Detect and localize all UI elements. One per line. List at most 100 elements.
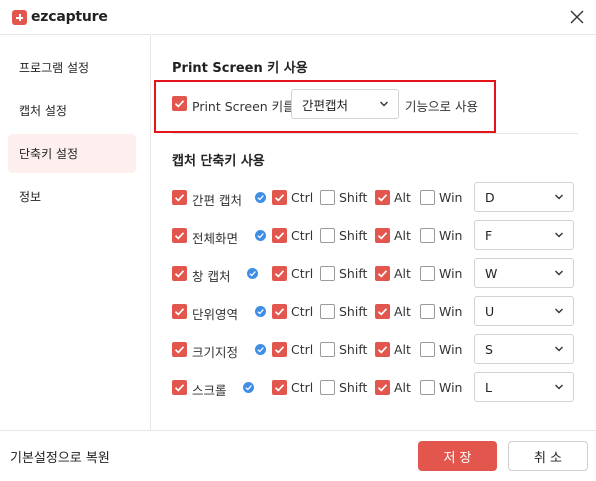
ezcapture-logo-icon [12, 9, 27, 25]
win-modifier-checkbox[interactable] [420, 342, 435, 357]
shift-modifier-label: Shift [339, 190, 368, 205]
chevron-down-icon [555, 384, 563, 390]
print-screen-checkbox[interactable] [172, 96, 187, 111]
shift-modifier-checkbox[interactable] [320, 304, 335, 319]
check-icon [377, 194, 388, 202]
shortcut-key-select[interactable]: S [474, 334, 574, 364]
shortcut-key-select[interactable]: L [474, 372, 574, 402]
app-logo: ezcapture [12, 9, 108, 25]
alt-modifier-label: Alt [394, 304, 411, 319]
win-modifier-checkbox[interactable] [420, 228, 435, 243]
alt-modifier-checkbox[interactable] [375, 380, 390, 395]
win-modifier-checkbox[interactable] [420, 304, 435, 319]
alt-modifier-label: Alt [394, 380, 411, 395]
win-modifier-label: Win [439, 380, 463, 395]
print-screen-section-title: Print Screen 키 사용 [172, 61, 308, 76]
shift-modifier-checkbox[interactable] [320, 228, 335, 243]
win-modifier-label: Win [439, 190, 463, 205]
shift-modifier-label: Shift [339, 304, 368, 319]
shortcut-key-select[interactable]: U [474, 296, 574, 326]
check-icon [274, 384, 285, 392]
shortcut-enable-checkbox[interactable] [172, 228, 187, 243]
check-icon [174, 100, 185, 108]
settings-sidebar: 프로그램 설정 캡처 설정 단축키 설정 정보 [0, 34, 151, 430]
check-icon [274, 270, 285, 278]
sidebar-item-label: 정보 [19, 190, 42, 204]
alt-modifier-checkbox[interactable] [375, 190, 390, 205]
win-modifier-checkbox[interactable] [420, 380, 435, 395]
ctrl-modifier-checkbox[interactable] [272, 228, 287, 243]
win-modifier-checkbox[interactable] [420, 266, 435, 281]
shortcut-settings-panel: Print Screen 키 사용 Print Screen 키를 간편캡처 기… [152, 34, 596, 430]
alt-modifier-checkbox[interactable] [375, 342, 390, 357]
check-icon [377, 270, 388, 278]
alt-modifier-checkbox[interactable] [375, 228, 390, 243]
sidebar-item-label: 단축키 설정 [19, 147, 79, 161]
section-divider [172, 133, 578, 134]
shift-modifier-label: Shift [339, 266, 368, 281]
alt-modifier-label: Alt [394, 228, 411, 243]
check-icon [274, 308, 285, 316]
shift-modifier-checkbox[interactable] [320, 342, 335, 357]
sidebar-item-shortcut-settings[interactable]: 단축키 설정 [8, 134, 136, 173]
select-value: L [485, 379, 492, 395]
alt-modifier-checkbox[interactable] [375, 266, 390, 281]
shift-modifier-label: Shift [339, 380, 368, 395]
shortcut-enable-checkbox[interactable] [172, 190, 187, 205]
check-icon [245, 385, 252, 391]
shortcut-key-select[interactable]: W [474, 258, 574, 288]
check-icon [174, 308, 185, 316]
save-button[interactable]: 저 장 [418, 441, 497, 471]
check-icon [257, 309, 264, 315]
chevron-down-icon [555, 194, 563, 200]
check-icon [377, 308, 388, 316]
footer-bar: 기본설정으로 복원 저 장 취 소 [0, 430, 596, 481]
restore-defaults-link[interactable]: 기본설정으로 복원 [10, 447, 110, 466]
close-button[interactable] [566, 6, 588, 28]
ctrl-modifier-label: Ctrl [291, 380, 314, 395]
check-icon [174, 346, 185, 354]
shortcut-enable-checkbox[interactable] [172, 266, 187, 281]
alt-modifier-label: Alt [394, 190, 411, 205]
check-icon [377, 346, 388, 354]
select-value: F [485, 227, 493, 243]
ctrl-modifier-checkbox[interactable] [272, 380, 287, 395]
verified-icon [255, 306, 266, 317]
print-screen-function-select[interactable]: 간편캡처 [291, 89, 399, 119]
ctrl-modifier-label: Ctrl [291, 190, 314, 205]
shortcut-key-select[interactable]: D [474, 182, 574, 212]
chevron-down-icon [555, 308, 563, 314]
check-icon [377, 232, 388, 240]
sidebar-item-capture-settings[interactable]: 캡처 설정 [8, 91, 136, 130]
sidebar-item-info[interactable]: 정보 [8, 177, 136, 216]
verified-icon [255, 344, 266, 355]
select-value: D [485, 189, 495, 205]
shortcut-enable-checkbox[interactable] [172, 304, 187, 319]
shortcut-enable-checkbox[interactable] [172, 342, 187, 357]
ctrl-modifier-checkbox[interactable] [272, 342, 287, 357]
win-modifier-checkbox[interactable] [420, 190, 435, 205]
check-icon [377, 384, 388, 392]
check-icon [174, 194, 185, 202]
shortcut-key-select[interactable]: F [474, 220, 574, 250]
cancel-button[interactable]: 취 소 [508, 441, 588, 471]
check-icon [257, 195, 264, 201]
sidebar-item-program-settings[interactable]: 프로그램 설정 [8, 48, 136, 87]
shortcut-name: 단위영역 [192, 307, 239, 322]
alt-modifier-checkbox[interactable] [375, 304, 390, 319]
shift-modifier-checkbox[interactable] [320, 380, 335, 395]
ctrl-modifier-label: Ctrl [291, 342, 314, 357]
alt-modifier-label: Alt [394, 342, 411, 357]
ctrl-modifier-checkbox[interactable] [272, 266, 287, 281]
select-value: W [485, 265, 498, 281]
shift-modifier-checkbox[interactable] [320, 190, 335, 205]
ctrl-modifier-label: Ctrl [291, 266, 314, 281]
shortcut-name: 간편 캡처 [192, 193, 242, 208]
check-icon [249, 271, 256, 277]
shift-modifier-checkbox[interactable] [320, 266, 335, 281]
win-modifier-label: Win [439, 342, 463, 357]
ctrl-modifier-checkbox[interactable] [272, 190, 287, 205]
win-modifier-label: Win [439, 266, 463, 281]
ctrl-modifier-checkbox[interactable] [272, 304, 287, 319]
shortcut-enable-checkbox[interactable] [172, 380, 187, 395]
